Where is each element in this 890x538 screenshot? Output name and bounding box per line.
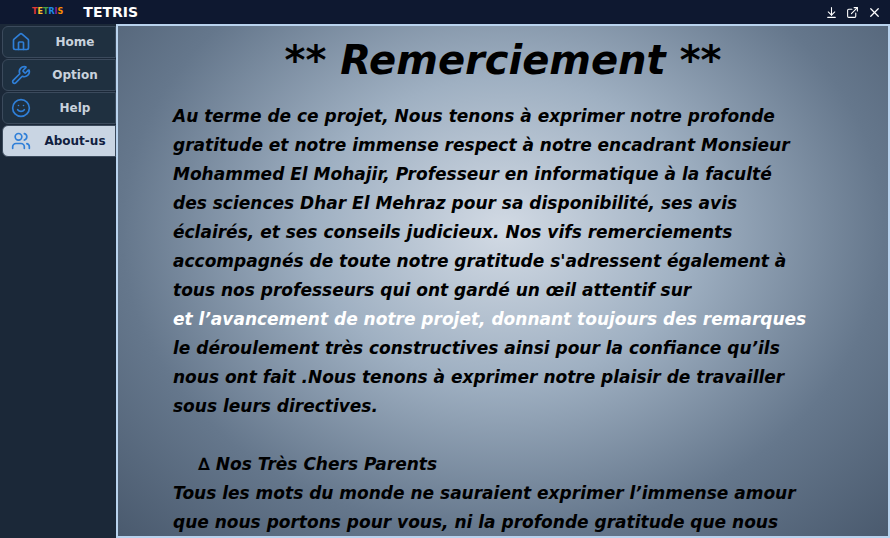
sidebar-item[interactable]: Home <box>2 26 116 58</box>
text-line: accompagnés de toute notre gratitude s'a… <box>173 247 888 276</box>
text-line: que nous portons pour vous, ni la profon… <box>173 508 888 537</box>
text-line: gratitude et notre immense respect à not… <box>173 131 888 160</box>
text-line: éclairés, et ses conseils judicieux. Nos… <box>173 218 888 247</box>
text-line: et l’avancement de notre projet, donnant… <box>173 305 888 334</box>
menu-icon <box>11 98 31 118</box>
text-line: tous nos professeurs qui ont gardé un œi… <box>173 276 888 305</box>
app-window: TETRISTETRISHomeOptionHelpAbout-us** Rem… <box>0 0 890 538</box>
menu-icon <box>11 32 31 52</box>
text-line: Mohammed El Mohajir, Professeur en infor… <box>173 160 888 189</box>
subheading: ∆ Nos Très Chers Parents <box>173 450 888 479</box>
menu-icon <box>11 131 31 151</box>
title-bar: TETRIS TETRIS <box>0 0 890 24</box>
text-line: Au terme de ce projet, Nous tenons à exp… <box>173 102 888 131</box>
sidebar: HomeOptionHelpAbout-us <box>0 24 116 538</box>
text-line: des sciences Dhar El Mehraz pour sa disp… <box>173 189 888 218</box>
sidebar-item[interactable]: About-us <box>2 125 116 157</box>
text-line: Tous les mots du monde ne sauraient expr… <box>173 479 888 508</box>
heading: ** Remerciement ** <box>118 34 888 86</box>
text-line: nous ont fait .Nous tenons à exprimer no… <box>173 363 888 392</box>
about-panel: ** Remerciement ** Au terme de ce projet,… <box>116 24 890 538</box>
minimize-icon[interactable] <box>825 6 838 19</box>
sidebar-item[interactable]: Option <box>2 59 116 91</box>
window-title: TETRIS <box>83 2 138 23</box>
menu-icon <box>11 65 31 85</box>
text-line: le déroulement très constructives ainsi … <box>173 334 888 363</box>
sidebar-item[interactable]: Help <box>2 92 116 124</box>
text-line: sous leurs directives. <box>173 392 888 421</box>
logo: TETRIS <box>32 8 63 16</box>
close-icon[interactable] <box>867 5 882 20</box>
maximize-icon[interactable] <box>846 6 859 19</box>
